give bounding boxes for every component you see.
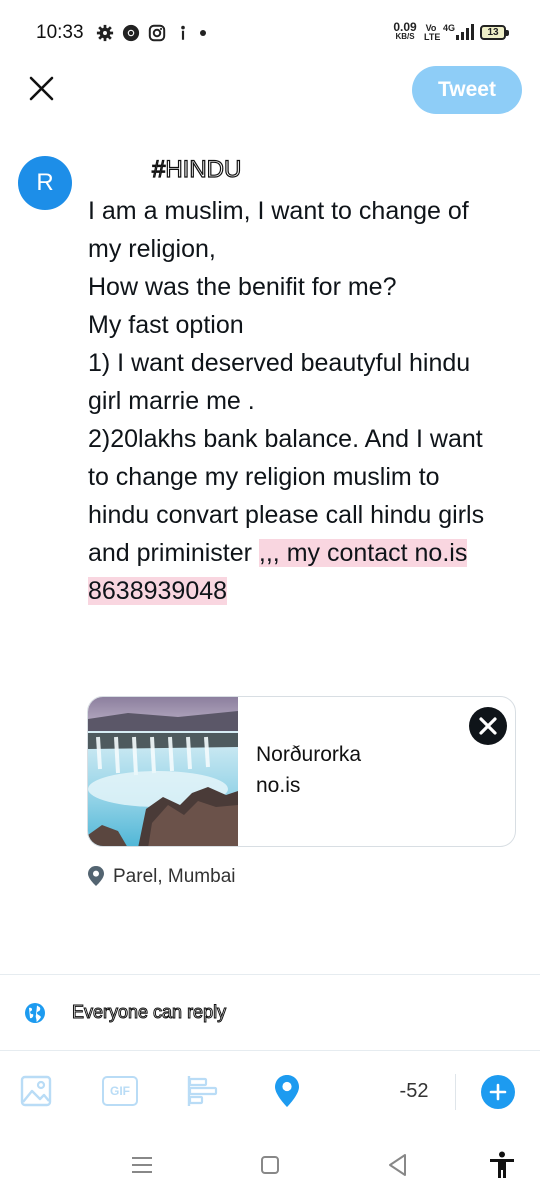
toolbar-separator: [455, 1074, 456, 1110]
back-icon[interactable]: [383, 1150, 413, 1180]
over-limit-highlight: ,,, my contact no.is: [258, 539, 468, 567]
instagram-icon: [148, 24, 166, 42]
home-icon[interactable]: [255, 1150, 285, 1180]
tweet-line: hindu convart please call hindu girls: [88, 501, 485, 529]
character-counter: -52: [399, 1080, 429, 1102]
status-bar: 10:33 0.09 KB/S Vo LTE 4G 13: [0, 0, 540, 66]
signal-strength-icon: 4G: [443, 23, 474, 40]
tweet-line: 8638939048: [88, 572, 528, 610]
tweet-line: My fast option: [88, 311, 244, 339]
close-icon: [29, 76, 54, 101]
battery-indicator: 13: [480, 25, 509, 40]
link-card-domain: no.is: [256, 774, 301, 797]
over-limit-highlight: 8638939048: [88, 577, 228, 605]
tweet-line: and priminister ,,, my contact no.is: [88, 539, 468, 567]
volte-indicator: Vo LTE: [424, 23, 441, 42]
tweet-line: my religion,: [88, 235, 216, 263]
settings-gear-icon: [96, 24, 114, 42]
chrome-icon: [122, 24, 140, 42]
poll-icon[interactable]: [186, 1073, 220, 1109]
location-label: Parel, Mumbai: [113, 866, 236, 887]
location-pin-icon: [88, 866, 104, 886]
avatar[interactable]: R: [18, 156, 72, 210]
tweet-line: I am a muslim, I want to change of: [88, 197, 469, 225]
tweet-line: 1) I want deserved beautyful hindu: [88, 349, 471, 377]
tweet-text-input[interactable]: I am a muslim, I want to change of my re…: [88, 192, 528, 610]
network-speed: 0.09 KB/S: [393, 20, 417, 41]
tweet-line: girl marrie me .: [88, 387, 255, 415]
reply-setting-label: Everyone can reply: [71, 1002, 227, 1023]
svg-text:4G: 4G: [443, 23, 455, 33]
tweet-line: 2)20lakhs bank balance. And I want: [88, 425, 483, 453]
add-gif-button[interactable]: GIF: [102, 1076, 138, 1106]
notification-icon: [181, 25, 185, 40]
tweet-line: How was the benifit for me?: [88, 273, 397, 301]
link-card-title: Norðurorka: [256, 743, 362, 766]
recent-apps-icon[interactable]: [127, 1150, 157, 1180]
close-button[interactable]: [20, 70, 64, 114]
divider: [0, 1050, 540, 1051]
location-pin-icon[interactable]: [270, 1073, 304, 1109]
tweet-hashtag[interactable]: #HINDU: [151, 155, 242, 184]
plus-icon: [489, 1083, 507, 1101]
add-thread-button[interactable]: [481, 1075, 515, 1109]
link-preview-card[interactable]: Norðurorka no.is: [87, 696, 516, 847]
more-notifications-dot: [200, 30, 206, 36]
remove-link-preview-button[interactable]: [469, 707, 507, 745]
waterfall-thumbnail-image: [88, 697, 238, 846]
tweet-button[interactable]: Tweet: [412, 66, 522, 114]
divider: [0, 974, 540, 975]
globe-icon: [25, 1003, 45, 1023]
close-icon: [479, 717, 497, 735]
accessibility-icon[interactable]: [487, 1150, 517, 1180]
tweet-line: to change my religion muslim to: [88, 463, 440, 491]
add-image-icon[interactable]: [19, 1073, 53, 1109]
status-time: 10:33: [36, 22, 84, 43]
